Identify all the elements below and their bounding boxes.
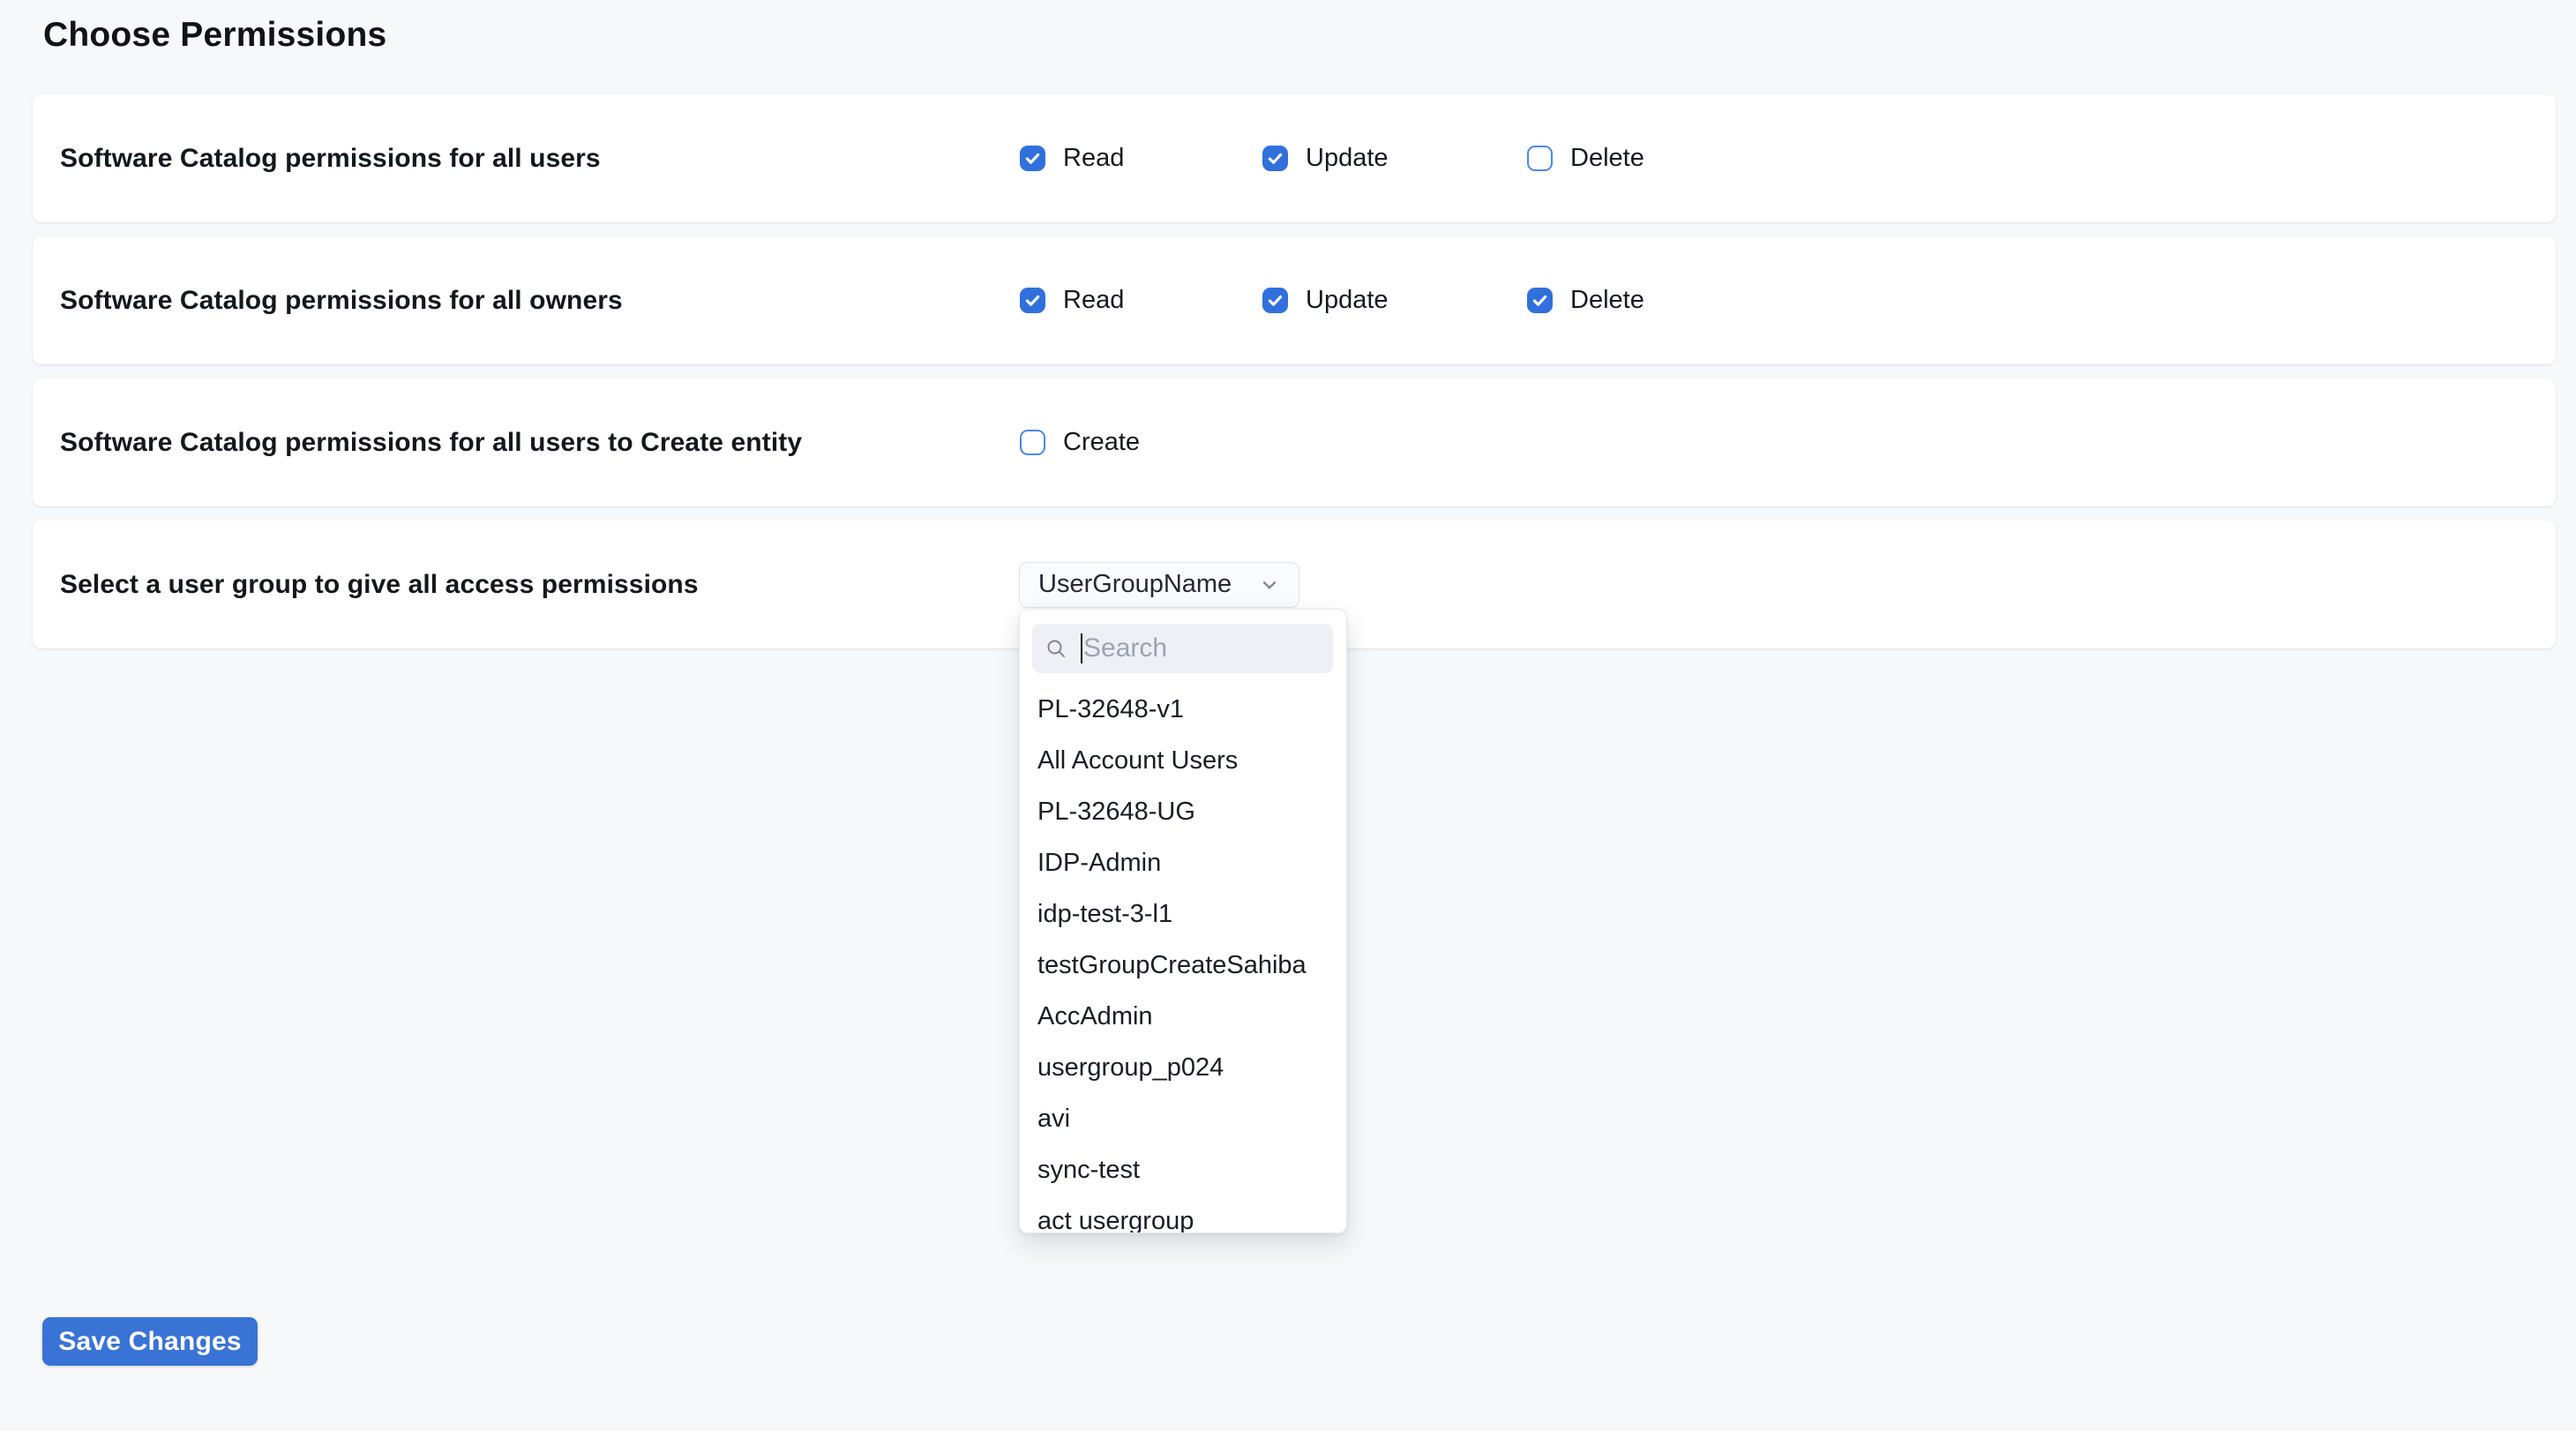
save-changes-button[interactable]: Save Changes [42,1317,258,1366]
text-cursor [1081,633,1082,663]
checkmark-icon [1023,291,1042,310]
checkbox-label: Delete [1570,144,1644,173]
dropdown-option[interactable]: testGroupCreateSahiba [1020,940,1346,991]
update-checkbox[interactable] [1262,288,1288,313]
dropdown-search-input[interactable] [1083,633,1321,663]
checkbox-row: Read Update Delete [1020,236,1644,364]
dropdown-option[interactable]: idp-test-3-l1 [1020,888,1346,940]
checkbox-cell-delete: Delete [1527,286,1644,315]
dropdown-option[interactable]: PL-32648-UG [1020,786,1346,837]
card-title: Software Catalog permissions for all use… [60,144,601,174]
checkbox-cell-update: Update [1262,144,1527,173]
read-checkbox[interactable] [1020,288,1045,313]
checkbox-cell-read: Read [1020,286,1262,315]
dropdown-options-list: PL-32648-v1 All Account Users PL-32648-U… [1020,684,1346,1233]
checkmark-icon [1531,291,1549,310]
read-checkbox[interactable] [1020,146,1045,171]
checkmark-icon [1266,291,1284,310]
checkmark-icon [1266,149,1284,168]
dropdown-option[interactable]: usergroup_p024 [1020,1042,1346,1093]
dropdown-option[interactable]: act usergroup [1020,1195,1346,1233]
checkbox-label: Read [1063,286,1124,315]
card-all-owners-permissions: Software Catalog permissions for all own… [33,236,2556,364]
delete-checkbox[interactable] [1527,288,1553,313]
dropdown-option[interactable]: avi [1020,1093,1346,1144]
chevron-down-icon [1258,573,1281,596]
dropdown-option[interactable]: PL-32648-v1 [1020,684,1346,735]
card-title: Select a user group to give all access p… [60,570,699,600]
checkbox-label: Delete [1570,286,1644,315]
card-create-entity-permissions: Software Catalog permissions for all use… [33,378,2556,506]
checkbox-label: Update [1306,286,1389,315]
checkbox-row: Read Update Delete [1020,94,1644,222]
checkbox-label: Read [1063,144,1124,173]
checkbox-row: Create [1020,378,1140,506]
checkbox-cell-delete: Delete [1527,144,1644,173]
dropdown-option[interactable]: All Account Users [1020,735,1346,786]
search-icon [1045,638,1067,659]
card-all-users-permissions: Software Catalog permissions for all use… [33,94,2556,222]
create-checkbox[interactable] [1020,430,1045,455]
checkbox-label: Create [1063,428,1140,457]
delete-checkbox[interactable] [1527,146,1553,171]
dropdown-option[interactable]: IDP-Admin [1020,837,1346,888]
update-checkbox[interactable] [1262,146,1288,171]
checkbox-cell-update: Update [1262,286,1527,315]
permission-cards: Software Catalog permissions for all use… [0,94,2576,648]
dropdown-option[interactable]: sync-test [1020,1144,1346,1195]
card-title: Software Catalog permissions for all use… [60,428,802,458]
dropdown-option[interactable]: AccAdmin [1020,991,1346,1042]
user-group-dropdown-panel: PL-32648-v1 All Account Users PL-32648-U… [1019,609,1347,1233]
user-group-dropdown-trigger[interactable]: UserGroupName [1019,562,1299,608]
checkbox-cell-create: Create [1020,428,1140,457]
page-title: Choose Permissions [43,16,2576,55]
dropdown-search-box [1032,624,1333,673]
checkbox-cell-read: Read [1020,144,1262,173]
checkmark-icon [1023,149,1042,168]
dropdown-selected-value: UserGroupName [1038,570,1232,599]
choose-permissions-page: Choose Permissions Software Catalog perm… [0,0,2576,1431]
card-title: Software Catalog permissions for all own… [60,286,623,316]
checkbox-label: Update [1306,144,1389,173]
